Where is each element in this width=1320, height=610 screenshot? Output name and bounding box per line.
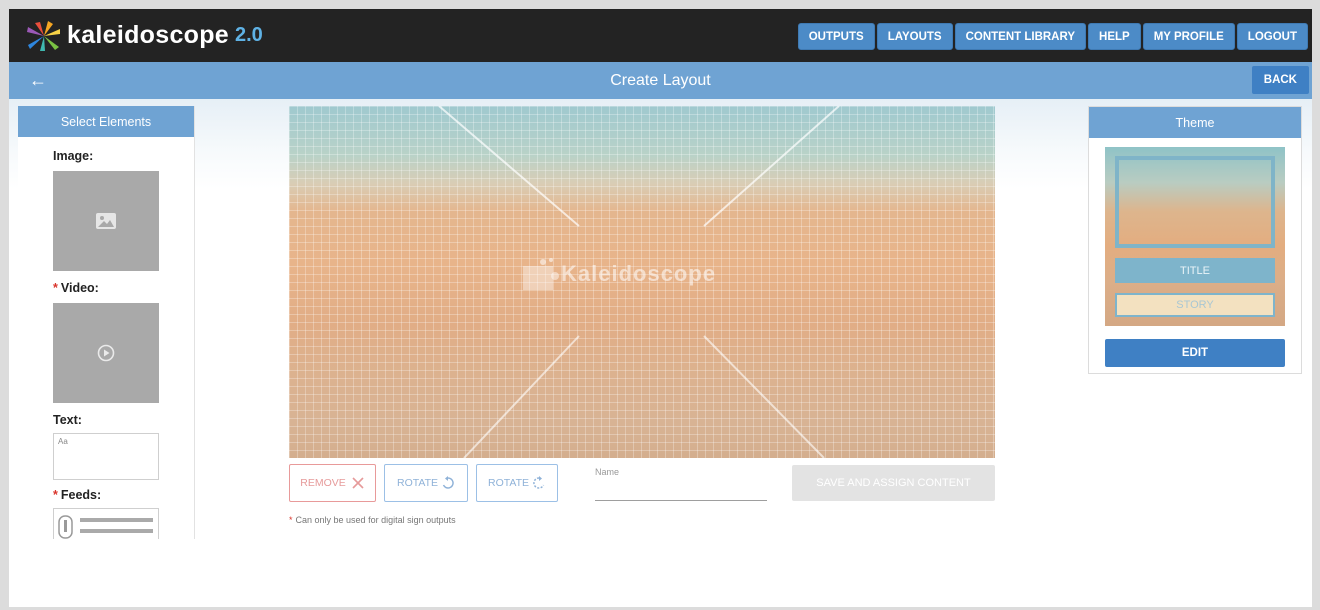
name-label: Name (595, 467, 620, 477)
page-header: ← Create Layout BACK (9, 62, 1312, 99)
feeds-label-text: Feeds: (60, 488, 102, 502)
text-element-tile[interactable]: Aa (53, 433, 159, 480)
rotate-right-label: ROTATE (487, 477, 530, 489)
canvas-watermark: Kaleidoscope (521, 256, 716, 292)
digital-sign-note: * Can only be used for digital sign outpu… (289, 515, 456, 525)
name-field-wrap: Name (595, 467, 767, 501)
theme-panel: Theme TITLE STORY EDIT (1088, 106, 1302, 374)
kaleidoscope-logo-icon (27, 20, 60, 51)
image-label: Image: (53, 149, 194, 163)
nav-help-button[interactable]: HELP (1088, 23, 1141, 50)
feed-list-icon (58, 515, 153, 539)
text-label: Text: (53, 413, 194, 427)
select-elements-panel: Select Elements Image: *Video: Text: Aa (18, 106, 195, 539)
theme-title: Theme (1089, 107, 1301, 138)
nav-outputs-button[interactable]: OUTPUTS (797, 23, 875, 50)
layout-canvas[interactable]: Kaleidoscope (289, 106, 995, 458)
video-label: * Video: (53, 281, 194, 295)
remove-button[interactable]: REMOVE (289, 464, 376, 502)
rotate-left-icon (442, 476, 454, 489)
back-button[interactable]: BACK (1251, 66, 1309, 94)
nav-logout-button[interactable]: LOGOUT (1236, 23, 1308, 50)
nav-layouts-button[interactable]: LAYOUTS (876, 23, 953, 50)
top-bar: kaleidoscope 2.0 OUTPUTS LAYOUTS CONTENT… (9, 9, 1312, 62)
name-input[interactable] (595, 479, 767, 501)
select-elements-title: Select Elements (18, 106, 194, 137)
theme-preview[interactable]: TITLE STORY (1105, 147, 1285, 326)
feeds-label: * Feeds: (53, 488, 194, 502)
theme-preview-story: STORY (1115, 293, 1275, 317)
watermark-logo-icon (523, 258, 559, 290)
text-placeholder: Aa (58, 437, 68, 446)
main-nav: OUTPUTS LAYOUTS CONTENT LIBRARY HELP MY … (796, 23, 1308, 50)
edit-theme-button[interactable]: EDIT (1105, 339, 1285, 367)
app-logo[interactable]: kaleidoscope 2.0 (27, 20, 263, 51)
nav-content-library-button[interactable]: CONTENT LIBRARY (954, 23, 1087, 50)
page-title: Create Layout (610, 71, 711, 89)
feeds-element-tile[interactable] (53, 508, 159, 539)
theme-preview-title: TITLE (1115, 258, 1275, 283)
video-required-mark: * (53, 281, 58, 295)
close-icon (352, 477, 364, 489)
app-version: 2.0 (235, 24, 263, 46)
note-text: Can only be used for digital sign output… (295, 515, 456, 525)
image-label-text: Image: (53, 149, 94, 163)
app-name: kaleidoscope (67, 21, 229, 49)
remove-label: REMOVE (300, 477, 346, 489)
video-element-tile[interactable] (53, 303, 159, 403)
image-element-tile[interactable] (53, 171, 159, 271)
nav-my-profile-button[interactable]: MY PROFILE (1142, 23, 1235, 50)
watermark-text: Kaleidoscope (561, 261, 717, 286)
rotate-left-button[interactable]: ROTATE (384, 464, 468, 502)
image-icon (96, 213, 116, 229)
rotate-left-label: ROTATE (396, 477, 439, 489)
save-and-assign-button[interactable]: SAVE AND ASSIGN CONTENT (792, 465, 995, 501)
play-icon (97, 344, 115, 362)
video-label-text: Video: (60, 281, 99, 295)
feeds-required-mark: * (53, 488, 58, 502)
note-required-mark: * (289, 515, 293, 525)
back-arrow-icon[interactable]: ← (29, 70, 47, 91)
rotate-right-icon (533, 476, 545, 489)
theme-preview-media-frame (1115, 156, 1275, 248)
rotate-right-button[interactable]: ROTATE (476, 464, 558, 502)
text-label-text: Text: (53, 413, 82, 427)
app-window: kaleidoscope 2.0 OUTPUTS LAYOUTS CONTENT… (9, 9, 1312, 607)
